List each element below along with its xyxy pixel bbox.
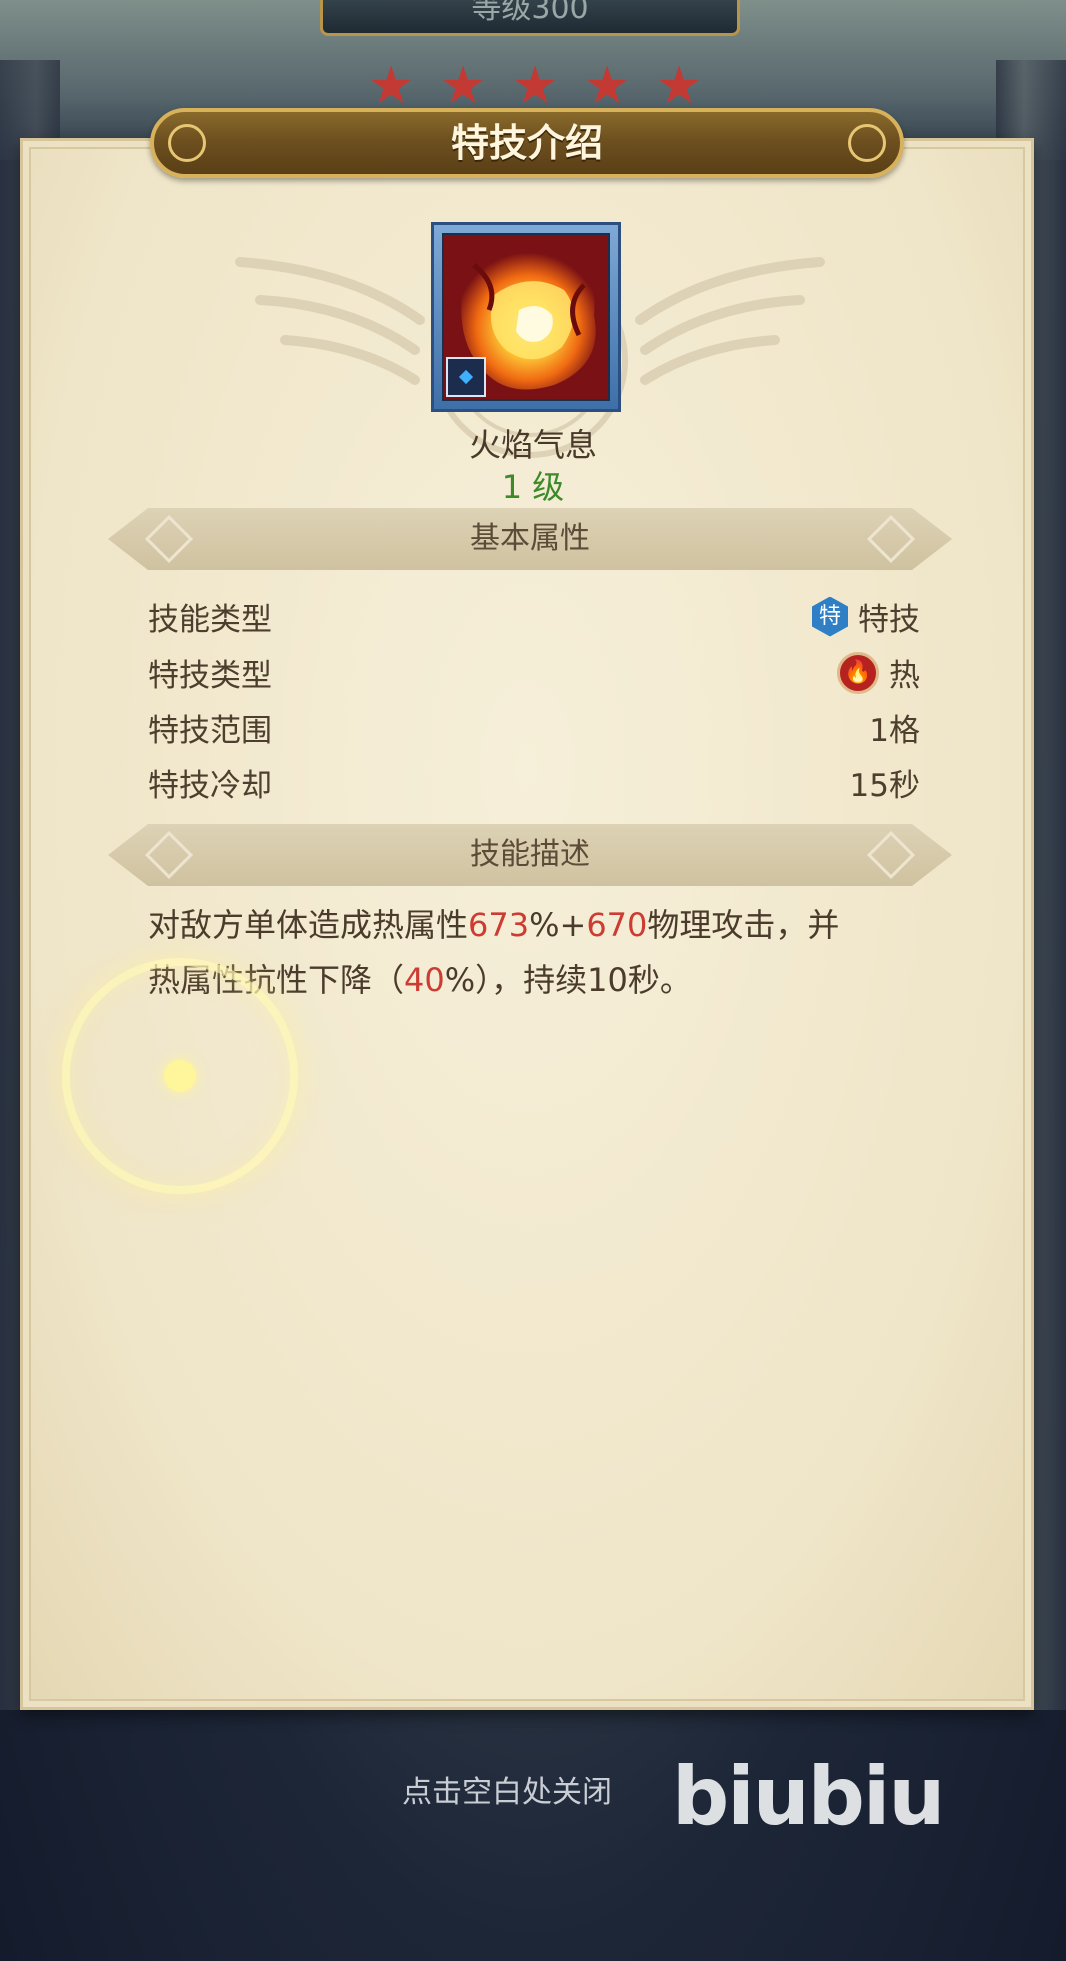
- flame-skill-icon: [442, 233, 610, 401]
- star-icon: ★: [583, 56, 631, 116]
- attr-row-skill-type: 技能类型 特 特技: [148, 594, 920, 640]
- star-icon: ★: [655, 56, 703, 116]
- section-skill-description: 技能描述: [108, 824, 952, 886]
- attr-label: 特技类型: [148, 658, 272, 694]
- level-plate: 等级300: [320, 0, 740, 36]
- attr-value-text: 热: [889, 658, 920, 694]
- attr-value-text: 15秒: [849, 768, 920, 804]
- desc-text: %+: [529, 906, 587, 944]
- attr-label: 特技范围: [148, 713, 272, 749]
- star-rating: ★ ★ ★ ★ ★: [365, 56, 705, 116]
- star-icon: ★: [439, 56, 487, 116]
- skill-rarity-badge: [446, 357, 486, 397]
- attr-label: 技能类型: [148, 602, 272, 638]
- attr-row-range: 特技范围 1格: [148, 705, 920, 751]
- desc-text: 对敌方单体造成热属性: [148, 906, 469, 944]
- attr-value-text: 特技: [858, 602, 920, 638]
- star-icon: ★: [367, 56, 415, 116]
- desc-text: 物理攻击，并: [647, 906, 840, 944]
- fire-element-icon: 🔥: [837, 651, 879, 694]
- section-title: 技能描述: [470, 837, 590, 872]
- attr-value: 🔥 热: [837, 650, 920, 695]
- attr-row-cooldown: 特技冷却 15秒: [148, 760, 920, 806]
- watermark-logo: biubiu: [672, 1750, 945, 1843]
- attr-label: 特技冷却: [148, 768, 272, 804]
- skill-level: 1 级: [501, 468, 565, 506]
- skill-icon-frame[interactable]: [431, 222, 621, 412]
- attr-value-text: 1格: [869, 713, 920, 749]
- attr-row-element-type: 特技类型 🔥 热: [148, 650, 920, 696]
- skill-name: 火焰气息: [468, 426, 597, 464]
- desc-highlight-value: 673: [468, 906, 530, 944]
- star-icon: ★: [511, 56, 559, 116]
- special-skill-icon: 特: [812, 596, 848, 637]
- section-basic-attributes: 基本属性: [108, 508, 952, 570]
- panel-title: 特技介绍: [450, 121, 603, 165]
- touch-indicator-dot: [164, 1060, 196, 1092]
- skill-description: 对敌方单体造成热属性673%+670物理攻击，并 热属性抗性下降（40%），持续1…: [148, 898, 928, 1008]
- desc-text: %），持续10秒。: [444, 961, 692, 999]
- desc-highlight-value: 670: [586, 906, 648, 944]
- section-title: 基本属性: [470, 521, 590, 556]
- panel-header: 特技介绍: [150, 108, 904, 178]
- desc-highlight-value: 40: [404, 961, 445, 999]
- close-hint[interactable]: 点击空白处关闭: [402, 1767, 612, 1811]
- attr-value: 特 特技: [812, 594, 920, 639]
